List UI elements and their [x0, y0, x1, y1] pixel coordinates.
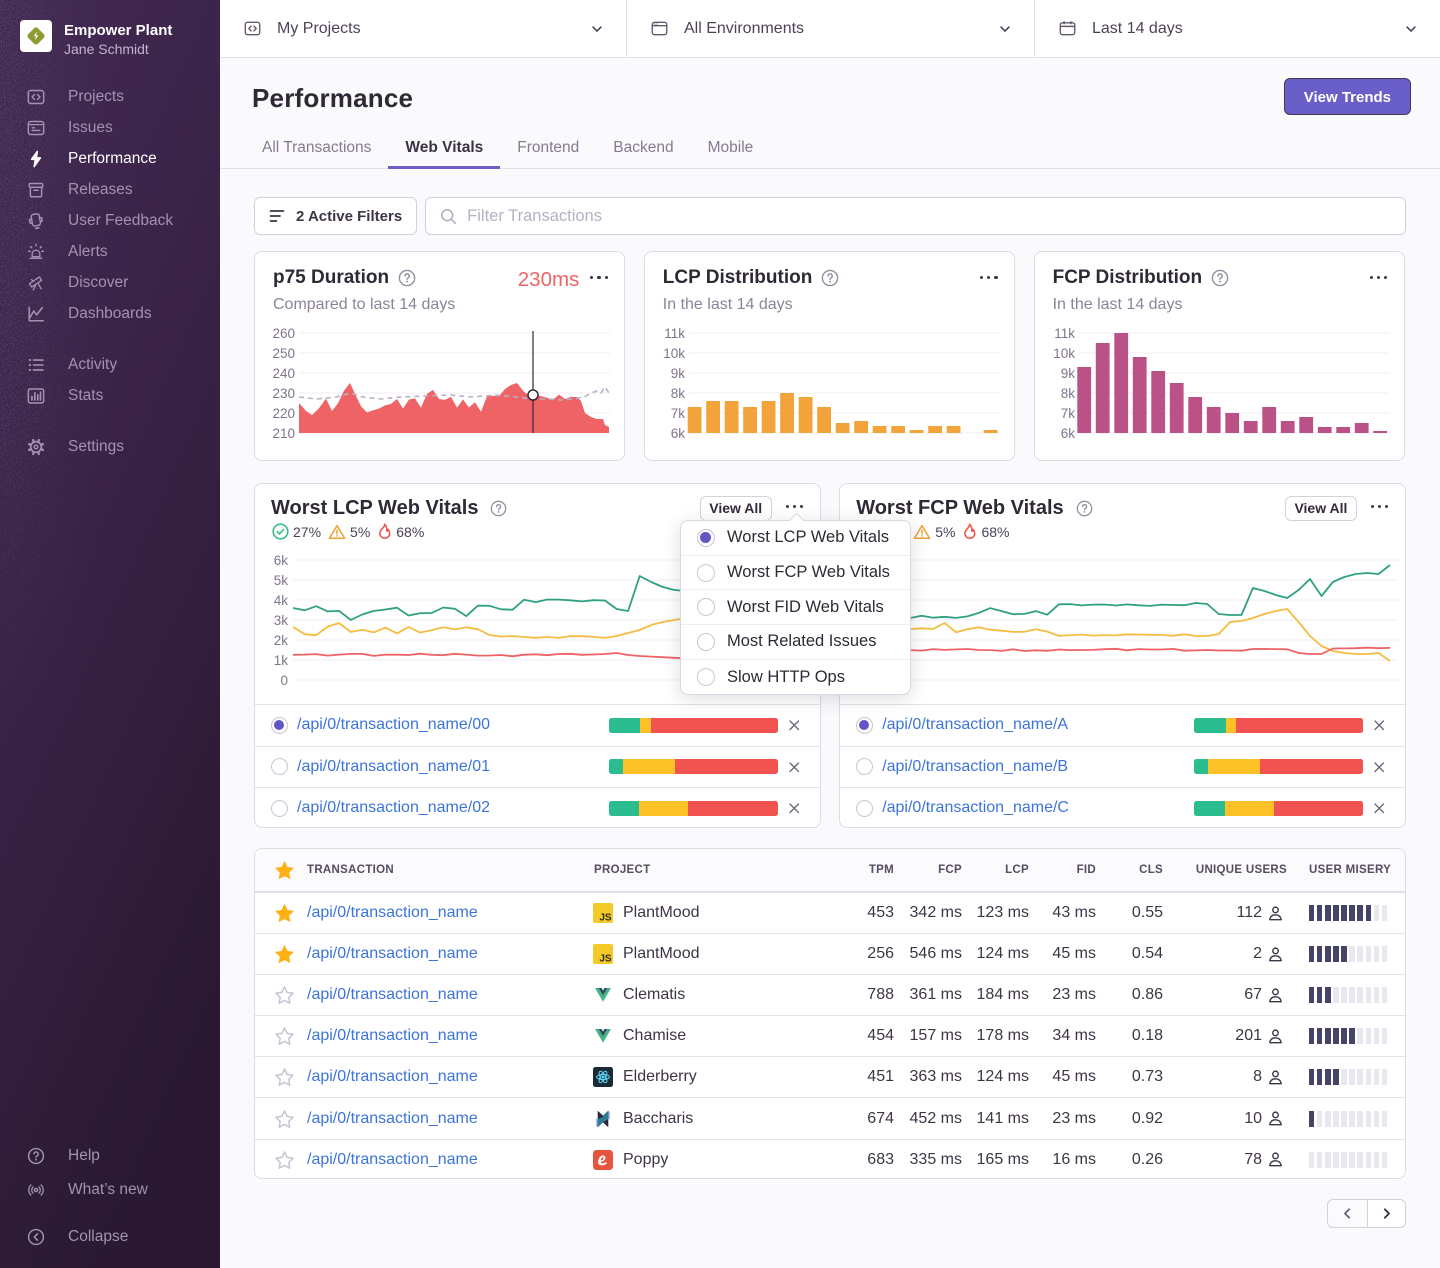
svg-text:7k: 7k — [1060, 406, 1075, 421]
svg-text:220: 220 — [272, 406, 295, 421]
svg-text:2k: 2k — [274, 633, 289, 648]
svg-text:JS: JS — [599, 954, 612, 965]
svg-text:11k: 11k — [1054, 326, 1075, 341]
svg-text:6k: 6k — [1060, 426, 1075, 441]
svg-text:6k: 6k — [671, 426, 686, 441]
svg-text:3k: 3k — [274, 613, 289, 628]
svg-text:0: 0 — [280, 673, 288, 688]
svg-text:210: 210 — [272, 426, 295, 441]
svg-text:250: 250 — [272, 346, 295, 361]
svg-text:9k: 9k — [1060, 366, 1075, 381]
svg-text:10k: 10k — [1053, 346, 1075, 361]
svg-text:8k: 8k — [1060, 386, 1075, 401]
svg-text:9k: 9k — [671, 366, 686, 381]
svg-text:7k: 7k — [671, 406, 686, 421]
svg-text:10k: 10k — [663, 346, 685, 361]
svg-text:8k: 8k — [671, 386, 686, 401]
svg-text:6k: 6k — [274, 553, 289, 568]
svg-text:5k: 5k — [274, 573, 289, 588]
svg-text:240: 240 — [272, 366, 295, 381]
svg-text:260: 260 — [272, 326, 295, 341]
svg-text:11k: 11k — [664, 326, 685, 341]
svg-text:230: 230 — [272, 386, 295, 401]
svg-text:1k: 1k — [274, 653, 289, 668]
svg-text:JS: JS — [599, 912, 612, 923]
svg-text:4k: 4k — [274, 593, 289, 608]
